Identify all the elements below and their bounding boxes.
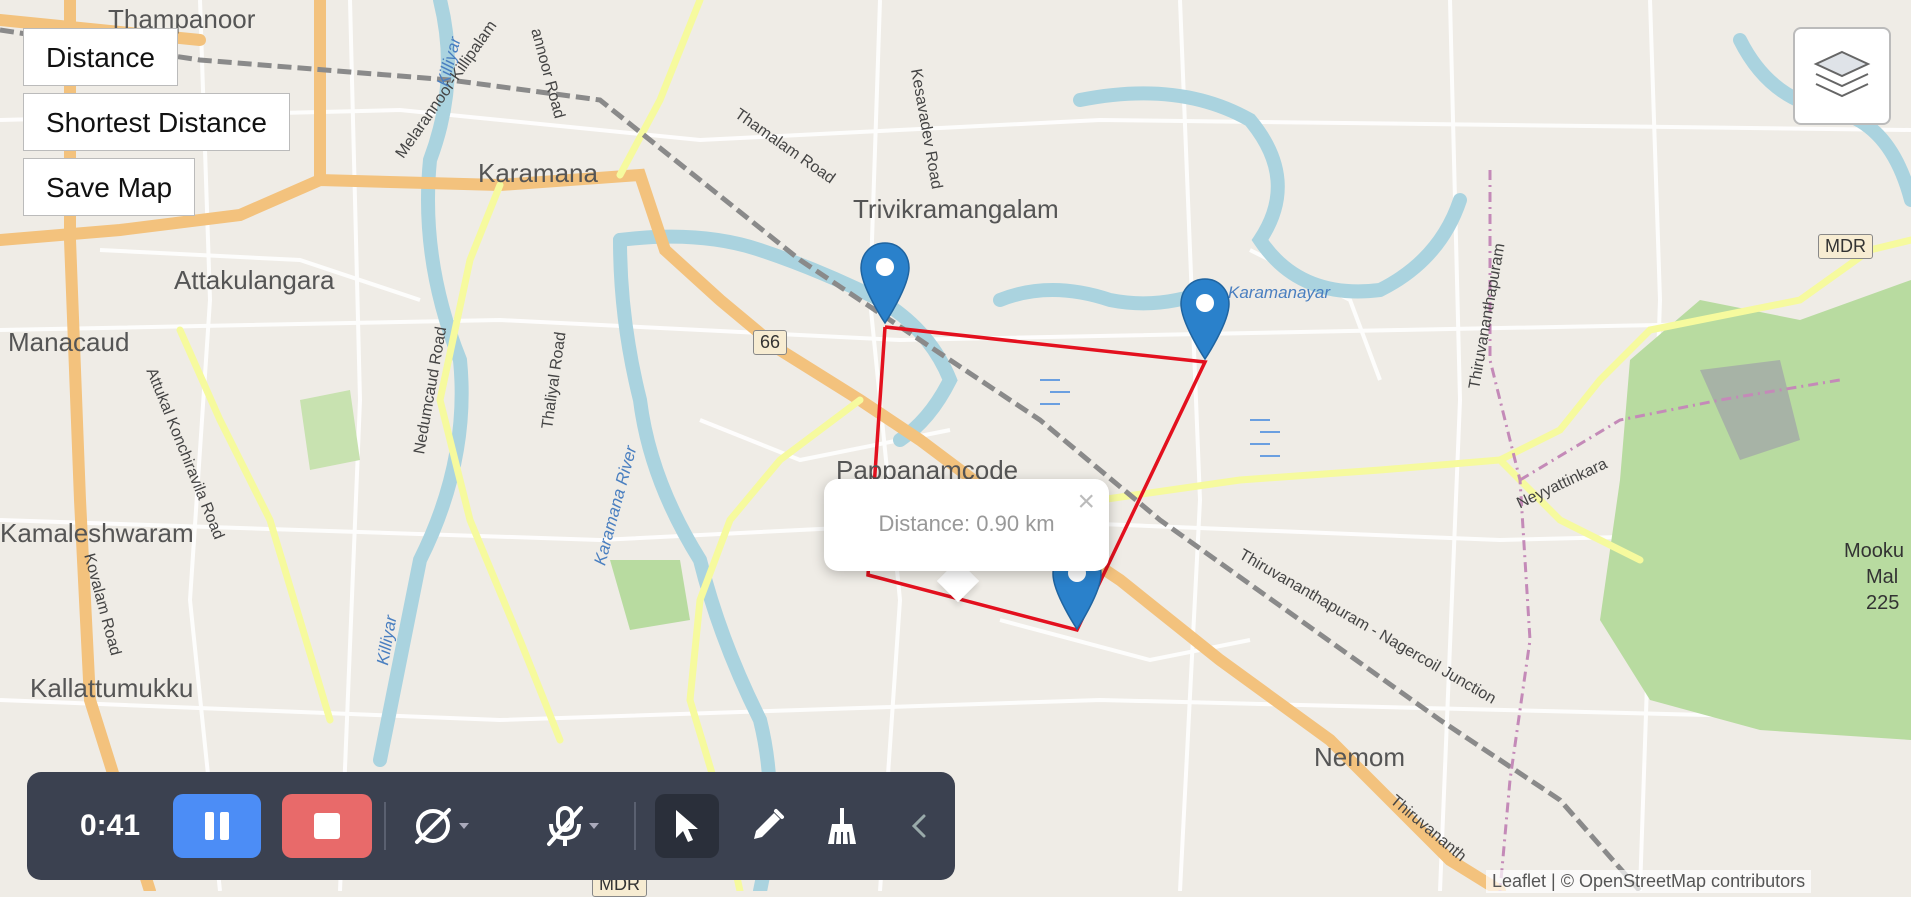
distance-popup: Distance: 0.90 km × (824, 479, 1109, 571)
chevron-down-icon (589, 823, 599, 829)
collapse-toolbar-button[interactable] (897, 802, 941, 850)
place-label: Karamana (478, 158, 598, 188)
place-label: Nemom (1314, 742, 1406, 772)
distance-text: Distance: 0.90 km (878, 511, 1055, 536)
pen-tool-button[interactable] (735, 794, 799, 858)
toolbar-divider (384, 802, 386, 850)
map-marker[interactable] (1179, 277, 1231, 361)
place-label: Attakulangara (174, 265, 335, 295)
pause-button[interactable] (173, 794, 261, 858)
screen-recorder-toolbar: 0:41 (27, 772, 955, 880)
shortest-distance-button[interactable]: Shortest Distance (23, 93, 290, 151)
stop-button[interactable] (282, 794, 372, 858)
distance-button[interactable]: Distance (23, 28, 178, 86)
road-shield: MDR (1818, 234, 1873, 259)
place-label: Kamaleshwaram (0, 518, 194, 548)
water-label: Karamanayar (1228, 283, 1331, 302)
place-label: Mal (1866, 566, 1899, 588)
place-label: Mooku (1844, 540, 1905, 562)
popup-close-button[interactable]: × (1077, 485, 1095, 519)
stop-icon (314, 813, 340, 839)
clear-drawing-button[interactable] (810, 794, 874, 858)
pause-icon (205, 812, 229, 840)
road-shield: 66 (753, 330, 788, 355)
mic-off-icon (547, 806, 583, 846)
pen-icon (754, 809, 784, 839)
place-label: Manacaud (8, 327, 130, 357)
broom-icon (828, 808, 856, 845)
camera-off-icon (415, 808, 451, 844)
cursor-tool-button[interactable] (655, 794, 719, 858)
map-marker[interactable] (859, 241, 911, 325)
place-label: Trivikramangalam (853, 194, 1059, 224)
cursor-icon (676, 810, 698, 842)
camera-toggle-button[interactable] (402, 800, 482, 852)
layers-icon (1813, 50, 1871, 98)
place-label: 225 (1866, 592, 1900, 614)
place-label: Kallattumukku (30, 673, 194, 703)
layers-control-button[interactable] (1793, 27, 1891, 125)
chevron-left-icon (911, 814, 926, 838)
save-map-button[interactable]: Save Map (23, 158, 196, 216)
toolbar-divider (634, 802, 636, 850)
microphone-toggle-button[interactable] (527, 800, 617, 852)
chevron-down-icon (459, 823, 469, 829)
map-attribution[interactable]: Leaflet | © OpenStreetMap contributors (1486, 870, 1812, 893)
recording-timer: 0:41 (79, 809, 141, 842)
